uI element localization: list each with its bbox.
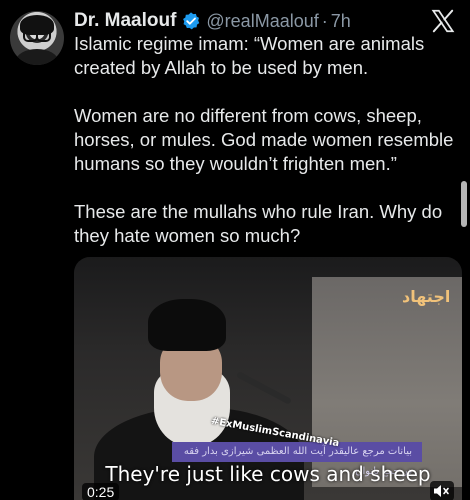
tweet-time[interactable]: 7h — [331, 11, 351, 32]
channel-logo: اجتهاد — [402, 287, 451, 306]
video-subtitle: They're just like cows and sheep — [105, 462, 431, 486]
scrollbar[interactable] — [461, 181, 467, 227]
video-duration: 0:25 — [82, 483, 120, 500]
separator-dot: · — [321, 10, 328, 31]
avatar[interactable] — [10, 11, 64, 65]
tweet-paragraph: Women are no different from cows, sheep,… — [74, 105, 454, 174]
tweet: Dr. Maalouf @realMaalouf · 7h Islamic re… — [0, 0, 470, 500]
arabic-caption: بيانات مرجع عاليقدر آيت الله العظمى شيرا… — [172, 442, 422, 477]
muted-speaker-icon[interactable] — [430, 481, 454, 500]
tweet-header: Dr. Maalouf @realMaalouf · 7h — [74, 9, 351, 33]
video-player[interactable]: اجتهاد بيانات مرجع عاليقدر آيت الله العظ… — [74, 257, 462, 500]
tweet-paragraph: These are the mullahs who rule Iran. Why… — [74, 201, 443, 246]
tweet-paragraph: Islamic regime imam: “Women are animals … — [74, 33, 425, 78]
author-handle[interactable]: @realMaalouf — [206, 11, 318, 32]
verified-badge-icon — [183, 12, 200, 30]
x-logo-icon[interactable] — [430, 8, 456, 34]
tweet-text: Islamic regime imam: “Women are animals … — [74, 32, 462, 248]
author-display-name[interactable]: Dr. Maalouf — [74, 10, 176, 32]
